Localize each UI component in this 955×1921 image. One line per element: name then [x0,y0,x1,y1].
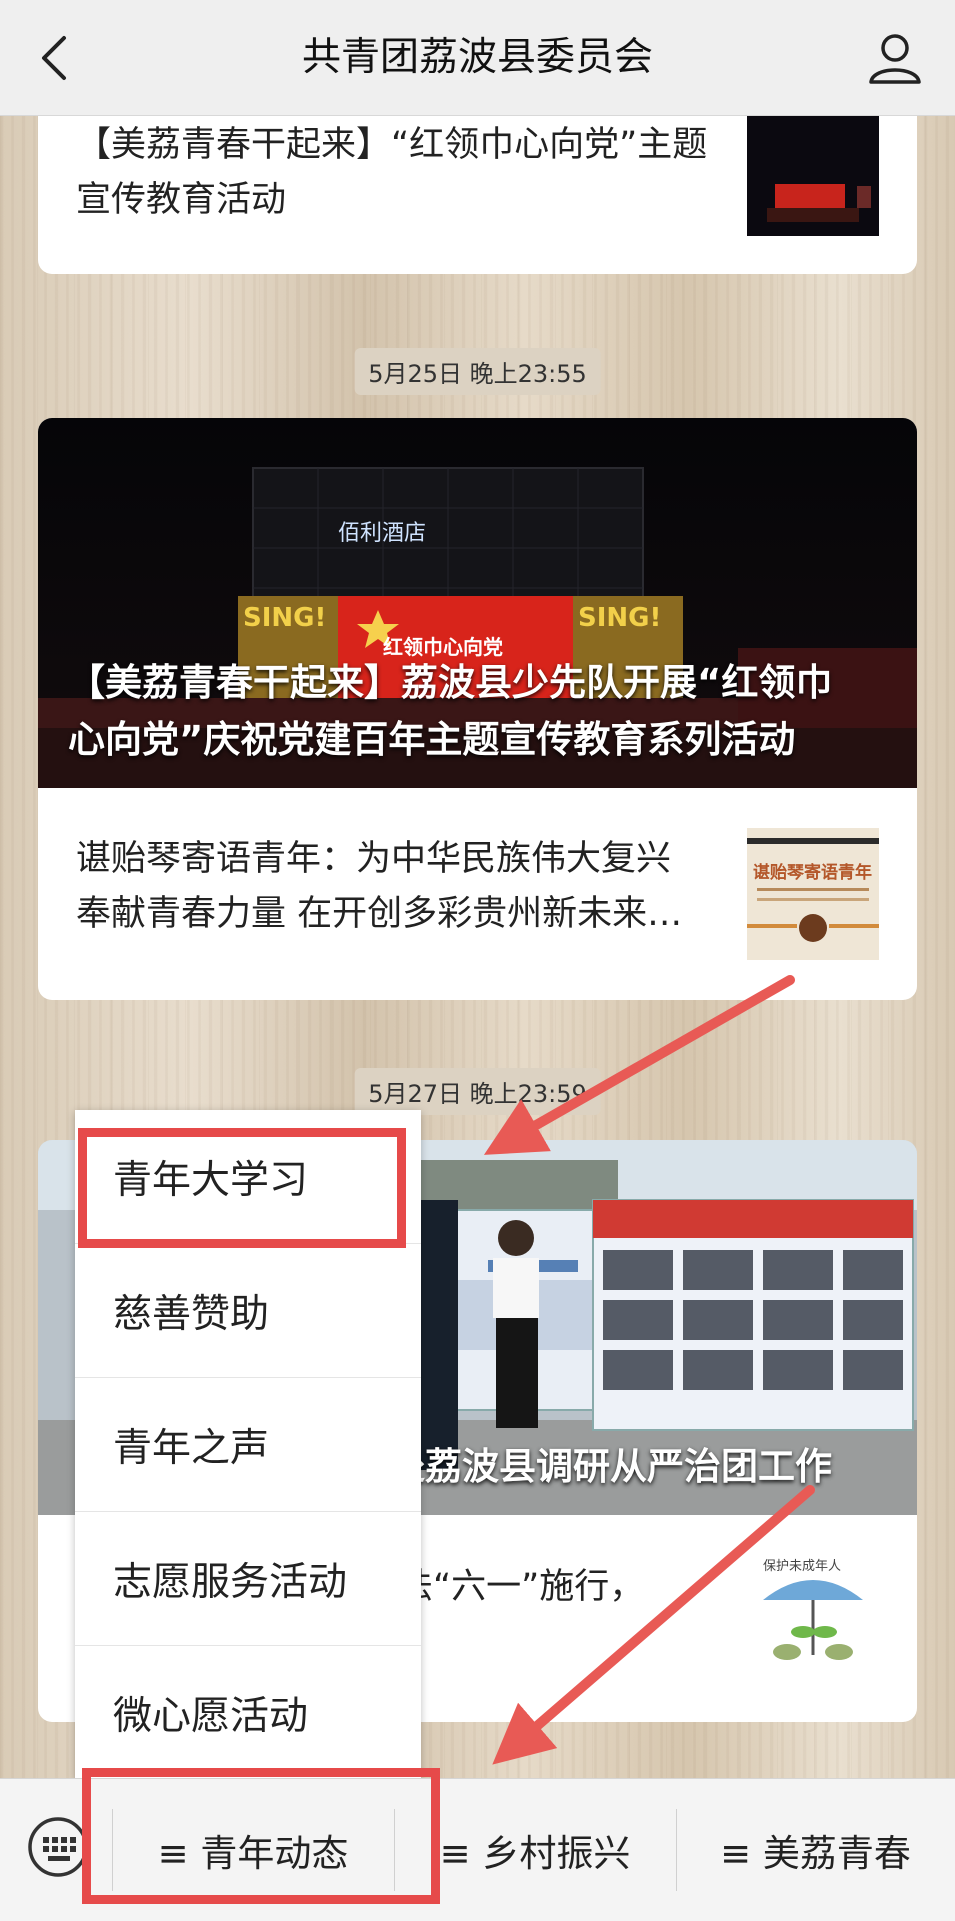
arrow-to-youth-study [483,975,795,1155]
arrow-to-youth-news [492,1485,815,1765]
annotation-arrows [483,975,815,1765]
